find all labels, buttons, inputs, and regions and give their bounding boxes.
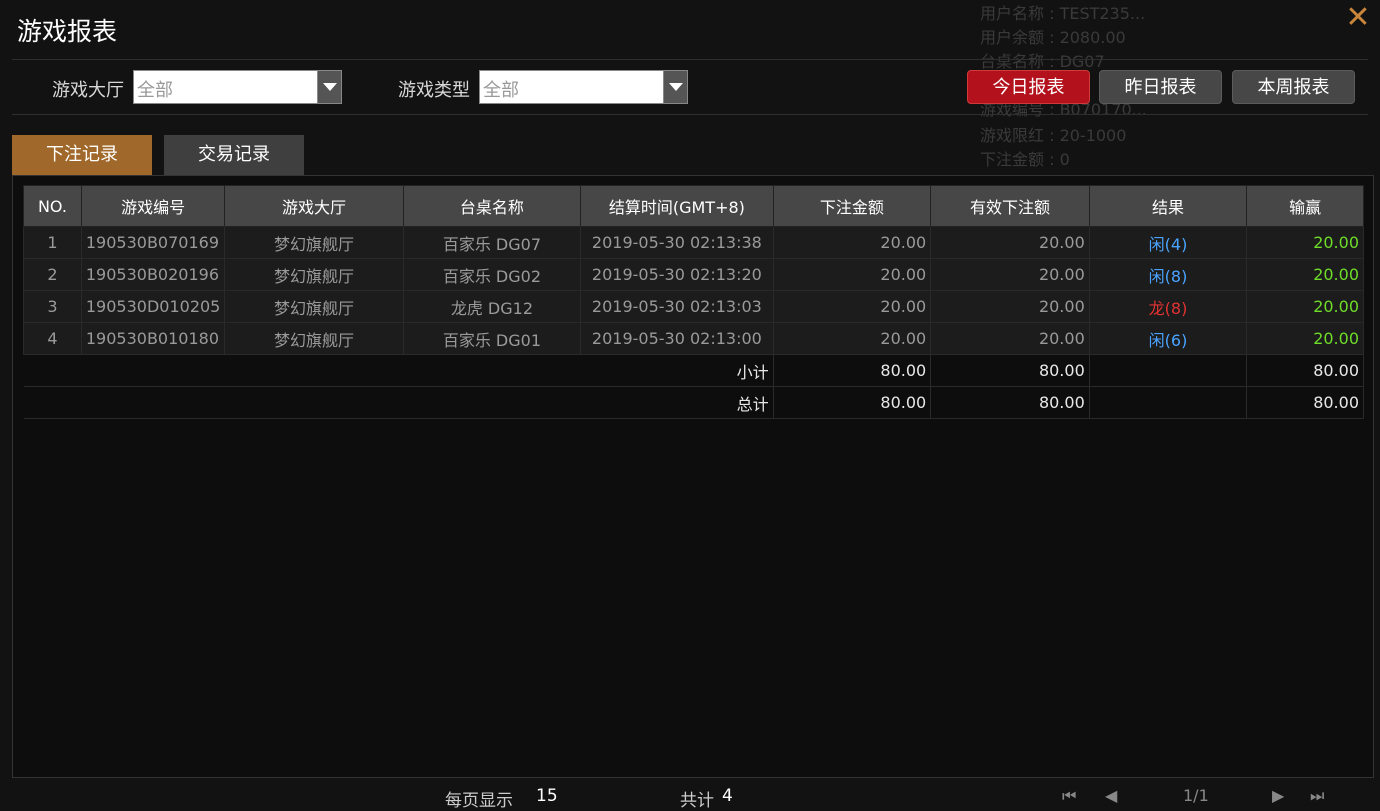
row-no: 2 [23,258,82,291]
win-loss: 20.00 [1246,226,1364,259]
subtotal-win: 80.00 [1246,354,1364,387]
table-name: 龙虎 DG12 [402,290,582,323]
column-header: 输赢 [1246,185,1364,227]
subtotal-row: 小计 80.00 80.00 80.00 [23,354,1364,387]
bg-line: 下注金额 : 0 [980,150,1070,169]
subtotal-result-empty [1089,354,1248,387]
bet-amount: 20.00 [772,322,932,355]
total-result-empty [1089,386,1248,419]
bet-amount: 20.00 [772,258,932,291]
total-valid: 80.00 [930,386,1090,419]
result-link[interactable]: 闲(8) [1088,258,1248,291]
table-row: 1 190530B070169 梦幻旗舰厅 百家乐 DG07 2019-05-3… [23,226,1364,259]
hall-select[interactable]: 全部 [133,70,342,104]
total-label: 总计 [23,386,774,419]
week-report-button[interactable]: 本周报表 [1232,70,1355,104]
bet-records-table: NO. 游戏编号 游戏大厅 台桌名称 结算时间(GMT+8) 下注金额 有效下注… [23,185,1364,419]
settle-time: 2019-05-30 02:13:20 [580,258,774,291]
total-win: 80.00 [1246,386,1364,419]
column-header: 有效下注额 [930,185,1090,227]
hall-name: 梦幻旗舰厅 [224,290,404,323]
valid-bet: 20.00 [930,226,1090,259]
column-header: 下注金额 [772,185,932,227]
prev-page-icon[interactable]: ◀ [1105,786,1117,805]
total-count-value: 4 [722,786,733,806]
row-no: 3 [23,290,82,323]
result-link[interactable]: 闲(4) [1088,226,1248,259]
table-row: 4 190530B010180 梦幻旗舰厅 百家乐 DG01 2019-05-3… [23,322,1364,355]
win-loss: 20.00 [1246,258,1364,291]
valid-bet: 20.00 [930,290,1090,323]
total-row: 总计 80.00 80.00 80.00 [23,386,1364,419]
chevron-down-icon[interactable] [317,71,341,103]
page-indicator: 1/1 [1183,786,1209,805]
column-header: 结算时间(GMT+8) [580,185,774,227]
game-id: 190530B010180 [80,322,226,355]
table-row: 3 190530D010205 梦幻旗舰厅 龙虎 DG12 2019-05-30… [23,290,1364,323]
hall-name: 梦幻旗舰厅 [224,258,404,291]
dialog-title: 游戏报表 [17,17,118,46]
subtotal-label: 小计 [23,354,774,387]
subtotal-valid: 80.00 [930,354,1090,387]
type-select-value: 全部 [483,80,519,101]
hall-name: 梦幻旗舰厅 [224,226,404,259]
settle-time: 2019-05-30 02:13:03 [580,290,774,323]
game-id: 190530B070169 [80,226,226,259]
table-name: 百家乐 DG02 [402,258,582,291]
column-header: 结果 [1088,185,1248,227]
divider [12,114,1368,115]
type-select[interactable]: 全部 [479,70,688,104]
table-name: 百家乐 DG07 [402,226,582,259]
total-bet: 80.00 [773,386,932,419]
type-filter-label: 游戏类型 [398,80,470,101]
divider [12,59,1368,60]
hall-select-value: 全部 [137,80,173,101]
settle-time: 2019-05-30 02:13:00 [580,322,774,355]
valid-bet: 20.00 [930,322,1090,355]
settle-time: 2019-05-30 02:13:38 [580,226,774,259]
row-no: 4 [23,322,82,355]
bet-amount: 20.00 [772,290,932,323]
close-icon[interactable]: ✕ [1344,3,1372,33]
column-header: 游戏大厅 [224,185,404,227]
result-link[interactable]: 闲(6) [1088,322,1248,355]
win-loss: 20.00 [1246,290,1364,323]
tab-bet-records[interactable]: 下注记录 [12,135,152,175]
column-header: NO. [23,185,82,227]
tab-transaction-records[interactable]: 交易记录 [164,135,304,175]
first-page-icon[interactable]: ⏮ [1062,786,1076,806]
bg-line: 游戏限红 : 20-1000 [980,126,1127,145]
today-report-button[interactable]: 今日报表 [967,70,1090,104]
yesterday-report-button[interactable]: 昨日报表 [1099,70,1222,104]
chevron-down-icon[interactable] [663,71,687,103]
hall-name: 梦幻旗舰厅 [224,322,404,355]
bet-amount: 20.00 [772,226,932,259]
subtotal-bet: 80.00 [773,354,932,387]
game-id: 190530B020196 [80,258,226,291]
dialog-header: 游戏报表 ✕ [0,0,1380,60]
column-header: 游戏编号 [80,185,226,227]
next-page-icon[interactable]: ▶ [1272,786,1284,805]
hall-filter-label: 游戏大厅 [52,80,124,101]
row-no: 1 [23,226,82,259]
last-page-icon[interactable]: ⏭ [1310,786,1324,806]
table-header-row: NO. 游戏编号 游戏大厅 台桌名称 结算时间(GMT+8) 下注金额 有效下注… [23,185,1364,227]
table-row: 2 190530B020196 梦幻旗舰厅 百家乐 DG02 2019-05-3… [23,258,1364,291]
table-name: 百家乐 DG01 [402,322,582,355]
game-id: 190530D010205 [80,290,226,323]
valid-bet: 20.00 [930,258,1090,291]
per-page-value[interactable]: 15 [536,786,558,806]
column-header: 台桌名称 [402,185,582,227]
result-link[interactable]: 龙(8) [1088,290,1248,323]
win-loss: 20.00 [1246,322,1364,355]
